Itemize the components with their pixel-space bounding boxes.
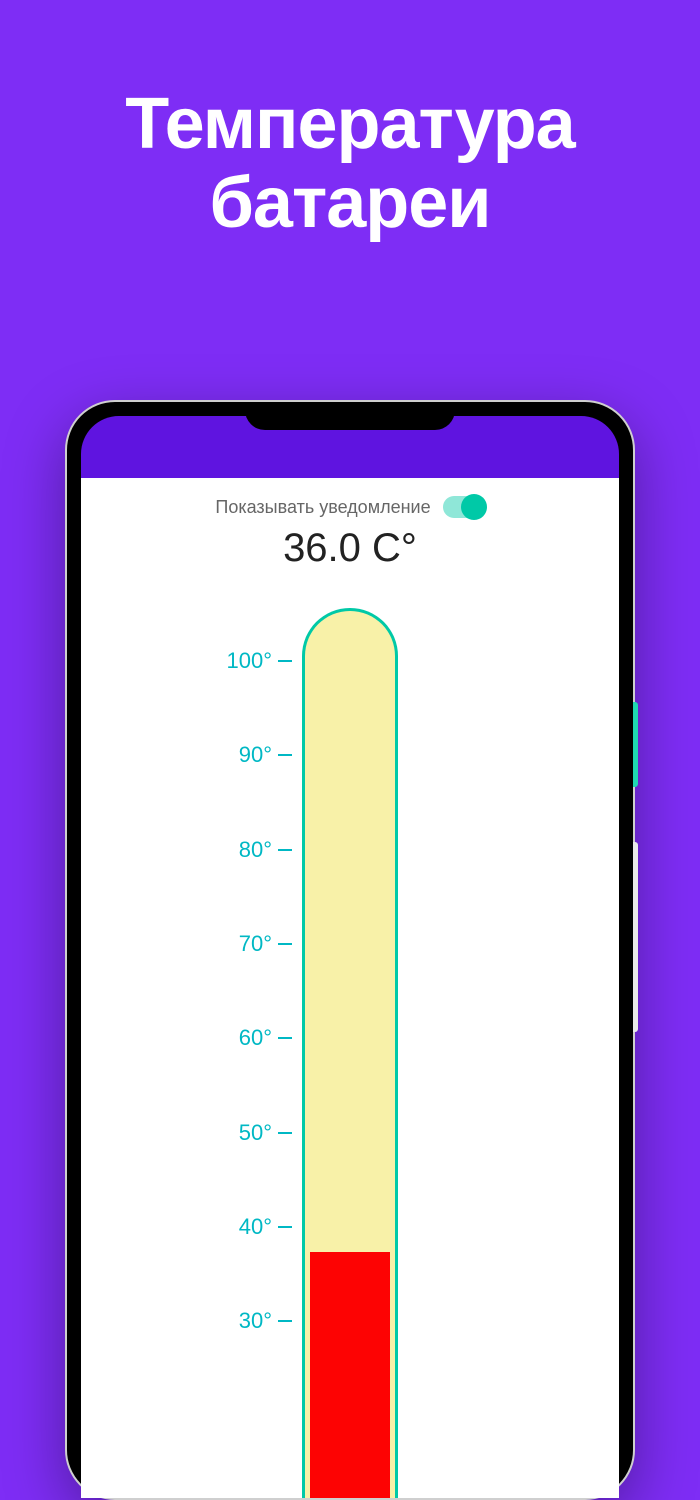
phone-screen: Показывать уведомление 36.0 C° 100° 90° 80… [81, 416, 619, 1498]
scale-tick: 90° [222, 742, 292, 768]
phone-notch [245, 402, 455, 430]
scale-tick-label: 80° [222, 837, 272, 863]
toggle-thumb [461, 494, 487, 520]
phone-power-button [633, 702, 638, 787]
temperature-readout: 36.0 C° [81, 526, 619, 571]
scale-tick-mark [278, 754, 292, 756]
scale-tick-label: 60° [222, 1025, 272, 1051]
scale-tick: 50° [222, 1120, 292, 1146]
app-content: Показывать уведомление 36.0 C° 100° 90° 80… [81, 478, 619, 1498]
scale-tick-mark [278, 1226, 292, 1228]
scale-tick-label: 70° [222, 931, 272, 957]
scale-tick-label: 50° [222, 1120, 272, 1146]
scale-tick-mark [278, 1037, 292, 1039]
phone-volume-button [633, 842, 638, 1032]
phone-frame: Показывать уведомление 36.0 C° 100° 90° 80… [65, 400, 635, 1500]
scale-tick: 100° [222, 648, 292, 674]
headline-line2: батареи [0, 164, 700, 243]
thermometer: 100° 90° 80° 70° 60° 50° 40° 30° [81, 608, 619, 1498]
scale-tick: 80° [222, 837, 292, 863]
notification-toggle-row: Показывать уведомление [81, 478, 619, 524]
headline-line1: Температура [0, 85, 700, 164]
notification-toggle[interactable] [443, 496, 485, 518]
scale-tick-mark [278, 1320, 292, 1322]
scale-tick-mark [278, 1132, 292, 1134]
scale-tick-mark [278, 849, 292, 851]
scale-tick: 70° [222, 931, 292, 957]
scale-tick: 60° [222, 1025, 292, 1051]
scale-tick-mark [278, 943, 292, 945]
scale-tick-label: 90° [222, 742, 272, 768]
scale-tick-label: 100° [222, 648, 272, 674]
scale-tick: 40° [222, 1214, 292, 1240]
notification-label: Показывать уведомление [215, 497, 430, 518]
scale-tick: 30° [222, 1308, 292, 1334]
thermometer-mercury [310, 1252, 390, 1498]
promo-headline: Температура батареи [0, 0, 700, 243]
scale-tick-label: 30° [222, 1308, 272, 1334]
scale-tick-label: 40° [222, 1214, 272, 1240]
scale-tick-mark [278, 660, 292, 662]
